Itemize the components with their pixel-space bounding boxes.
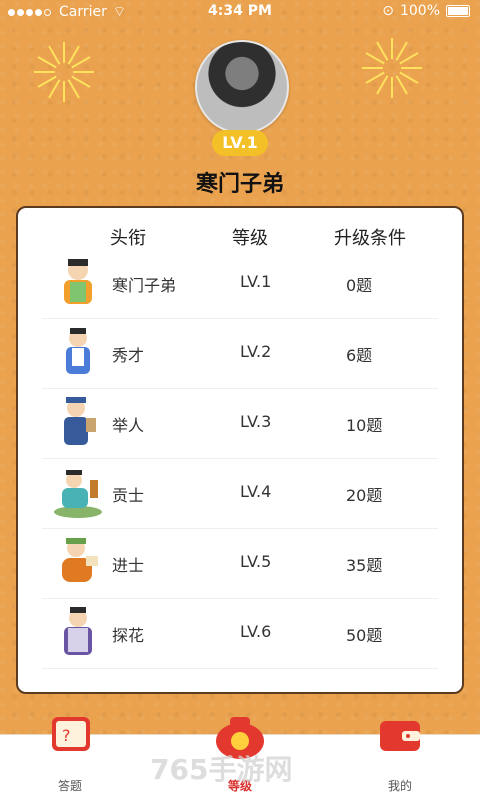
row-level: LV.3: [240, 412, 272, 431]
row-title: 寒门子弟: [112, 276, 177, 295]
quiz-card-icon: ?: [52, 717, 90, 751]
status-bar: Carrier ⌔ 4:34 PM ⊙ 100%: [0, 0, 480, 24]
tab-profile-label: 我的: [387, 779, 412, 793]
scholar-figure-icon: [64, 607, 92, 655]
level-table-panel: 头衔 等级 升级条件 寒门子弟 LV.1 0题 秀才 LV.2 6题 举人 LV…: [16, 206, 464, 694]
row-title: 举人: [112, 416, 145, 435]
row-title: 探花: [112, 626, 145, 645]
scholar-figure-icon: [66, 328, 90, 374]
table-row: 秀才 LV.2 6题: [42, 318, 438, 389]
battery-icon: [446, 5, 470, 17]
user-title: 寒门子弟: [195, 172, 284, 197]
table-row: 举人 LV.3 10题: [42, 388, 438, 459]
row-level: LV.1: [240, 272, 272, 291]
firework-decoration: [34, 42, 94, 102]
header-title: 头衔: [110, 228, 146, 249]
row-level: LV.5: [240, 552, 272, 571]
wallet-icon: [380, 721, 420, 751]
row-condition: 20题: [346, 486, 383, 505]
svg-text:?: ?: [62, 726, 71, 745]
table-row: 寒门子弟 LV.1 0题: [42, 248, 438, 319]
table-row: 探花 LV.6 50题: [42, 598, 438, 669]
tab-quiz[interactable]: ? 答题: [20, 717, 120, 801]
row-condition: 10题: [346, 416, 383, 435]
scholar-figure-icon: [62, 538, 98, 582]
row-title: 贡士: [112, 486, 145, 505]
row-title: 进士: [112, 556, 145, 575]
row-level: LV.2: [240, 342, 272, 361]
header-level: 等级: [232, 228, 268, 249]
firework-decoration: [362, 38, 422, 98]
level-badge: LV.1: [212, 130, 268, 156]
header-condition: 升级条件: [334, 228, 406, 249]
status-right: ⊙ 100%: [382, 3, 470, 19]
row-condition: 35题: [346, 556, 383, 575]
row-title: 秀才: [112, 346, 145, 365]
table-row: 进士 LV.5 35题: [42, 528, 438, 599]
scholar-figure-icon: [64, 397, 96, 445]
table-row: 贡士 LV.4 20题: [42, 458, 438, 529]
row-condition: 6题: [346, 346, 373, 365]
battery-percent: 100%: [399, 3, 440, 19]
row-level: LV.6: [240, 622, 272, 641]
user-avatar[interactable]: [195, 40, 289, 134]
scholar-figure-icon: [64, 259, 92, 304]
row-condition: 50题: [346, 626, 383, 645]
scholar-figure-icon: [54, 470, 102, 518]
watermark: 765手游网: [150, 753, 293, 786]
row-level: LV.4: [240, 482, 272, 501]
tab-quiz-label: 答题: [57, 779, 82, 793]
tab-profile[interactable]: 我的: [350, 721, 450, 801]
rotation-lock-icon: ⊙: [382, 3, 394, 19]
row-condition: 0题: [346, 276, 373, 295]
